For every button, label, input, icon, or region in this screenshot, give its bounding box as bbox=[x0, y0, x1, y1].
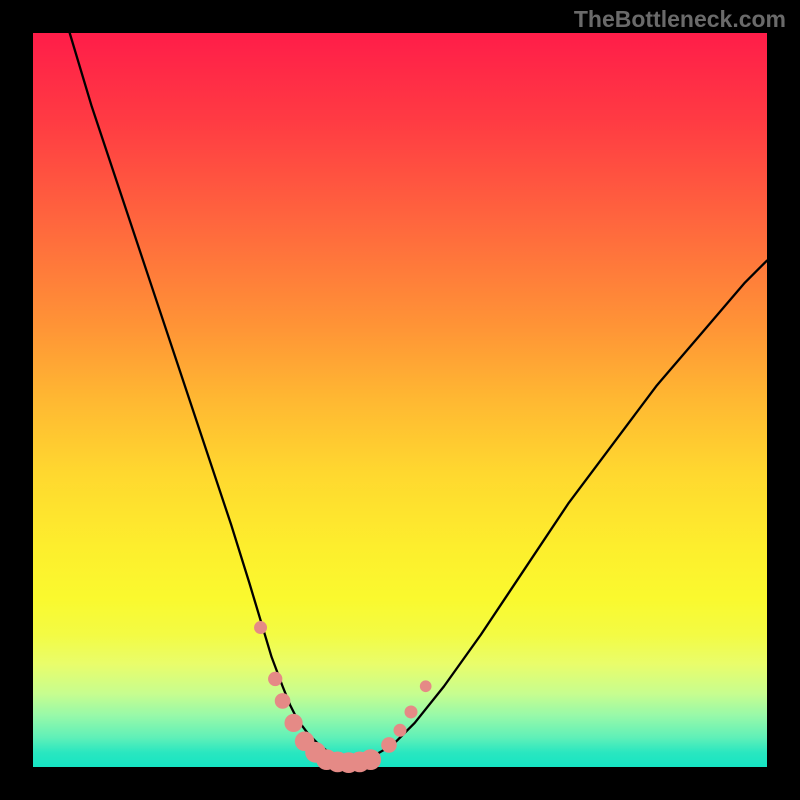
data-marker bbox=[275, 693, 291, 709]
data-marker bbox=[268, 672, 282, 686]
watermark-text: TheBottleneck.com bbox=[574, 6, 786, 33]
curve-layer bbox=[70, 33, 767, 762]
curve-right-branch bbox=[352, 261, 767, 762]
chart-frame: TheBottleneck.com bbox=[0, 0, 800, 800]
data-marker bbox=[405, 705, 418, 718]
curve-left-branch bbox=[70, 33, 353, 762]
marker-layer bbox=[254, 621, 432, 773]
data-marker bbox=[381, 737, 397, 753]
data-marker bbox=[360, 749, 381, 770]
chart-svg bbox=[33, 33, 767, 767]
data-marker bbox=[420, 680, 432, 692]
data-marker bbox=[284, 714, 302, 732]
data-marker bbox=[254, 621, 267, 634]
data-marker bbox=[394, 724, 407, 737]
